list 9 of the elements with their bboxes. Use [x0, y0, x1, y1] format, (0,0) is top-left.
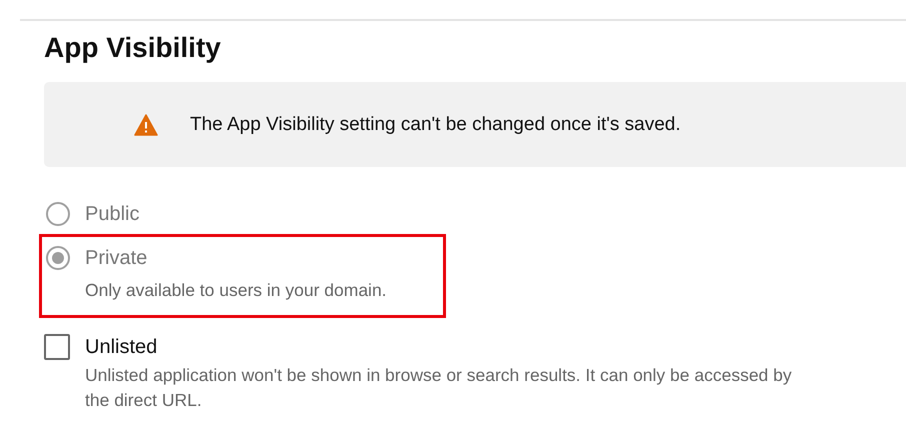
section-title: App Visibility — [44, 32, 222, 64]
notice-text: The App Visibility setting can't be changed once it's saved. — [190, 114, 681, 136]
option-label: Public — [85, 202, 140, 226]
option-description: Only available to users in your domain. — [85, 279, 388, 302]
option-label: Private — [85, 246, 148, 270]
checkbox[interactable] — [44, 334, 70, 360]
warning-icon — [134, 114, 158, 136]
option-description: Unlisted application won't be shown in browse or search results. It can only be accessed by the direct URL. — [85, 364, 793, 412]
option-label: Unlisted — [85, 336, 158, 358]
